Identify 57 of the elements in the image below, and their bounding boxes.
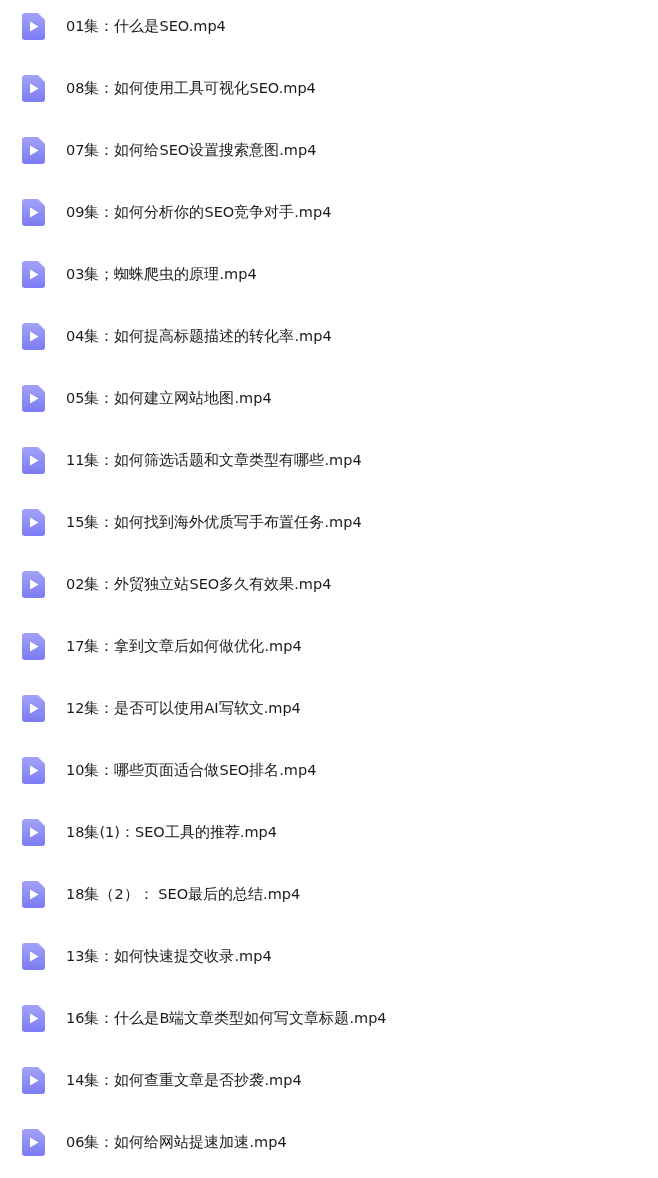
file-row[interactable]: 08集：如何使用工具可视化SEO.mp4 bbox=[0, 62, 658, 124]
video-file-icon bbox=[22, 633, 45, 660]
file-name: 16集：什么是B端文章类型如何写文章标题.mp4 bbox=[66, 1009, 387, 1028]
file-row[interactable]: 11集：如何筛选话题和文章类型有哪些.mp4 bbox=[0, 434, 658, 496]
file-name: 18集(1)：SEO工具的推荐.mp4 bbox=[66, 823, 277, 842]
video-file-icon bbox=[22, 323, 45, 350]
video-file-icon bbox=[22, 1005, 45, 1032]
file-name: 06集：如何给网站提速加速.mp4 bbox=[66, 1133, 287, 1152]
file-name: 08集：如何使用工具可视化SEO.mp4 bbox=[66, 79, 316, 98]
file-row[interactable]: 18集（2）： SEO最后的总结.mp4 bbox=[0, 868, 658, 930]
file-name: 04集：如何提高标题描述的转化率.mp4 bbox=[66, 327, 332, 346]
file-row[interactable]: 15集：如何找到海外优质写手布置任务.mp4 bbox=[0, 496, 658, 558]
video-file-icon bbox=[22, 1129, 45, 1156]
video-file-icon bbox=[22, 695, 45, 722]
file-name: 14集：如何查重文章是否抄袭.mp4 bbox=[66, 1071, 302, 1090]
video-file-icon bbox=[22, 509, 45, 536]
file-name: 10集：哪些页面适合做SEO排名.mp4 bbox=[66, 761, 317, 780]
video-file-icon bbox=[22, 261, 45, 288]
file-row[interactable]: 13集：如何快速提交收录.mp4 bbox=[0, 930, 658, 992]
file-name: 05集：如何建立网站地图.mp4 bbox=[66, 389, 272, 408]
file-name: 18集（2）： SEO最后的总结.mp4 bbox=[66, 885, 301, 904]
file-name: 11集：如何筛选话题和文章类型有哪些.mp4 bbox=[66, 451, 362, 470]
video-file-icon bbox=[22, 757, 45, 784]
file-name: 12集：是否可以使用AI写软文.mp4 bbox=[66, 699, 301, 718]
file-name: 01集：什么是SEO.mp4 bbox=[66, 17, 226, 36]
file-row[interactable]: 05集：如何建立网站地图.mp4 bbox=[0, 372, 658, 434]
file-row[interactable]: 10集：哪些页面适合做SEO排名.mp4 bbox=[0, 744, 658, 806]
file-row[interactable]: 09集：如何分析你的SEO竞争对手.mp4 bbox=[0, 186, 658, 248]
video-file-icon bbox=[22, 881, 45, 908]
video-file-icon bbox=[22, 75, 45, 102]
video-file-icon bbox=[22, 1067, 45, 1094]
video-file-icon bbox=[22, 447, 45, 474]
file-row[interactable]: 18集(1)：SEO工具的推荐.mp4 bbox=[0, 806, 658, 868]
file-row[interactable]: 12集：是否可以使用AI写软文.mp4 bbox=[0, 682, 658, 744]
file-name: 03集；蜘蛛爬虫的原理.mp4 bbox=[66, 265, 257, 284]
video-file-icon bbox=[22, 819, 45, 846]
file-row[interactable]: 07集：如何给SEO设置搜索意图.mp4 bbox=[0, 124, 658, 186]
file-name: 07集：如何给SEO设置搜索意图.mp4 bbox=[66, 141, 317, 160]
file-row[interactable]: 06集：如何给网站提速加速.mp4 bbox=[0, 1116, 658, 1178]
file-row[interactable]: 04集：如何提高标题描述的转化率.mp4 bbox=[0, 310, 658, 372]
video-file-icon bbox=[22, 137, 45, 164]
video-file-icon bbox=[22, 199, 45, 226]
file-row[interactable]: 01集：什么是SEO.mp4 bbox=[0, 0, 658, 62]
file-name: 02集：外贸独立站SEO多久有效果.mp4 bbox=[66, 575, 332, 594]
video-file-icon bbox=[22, 571, 45, 598]
file-name: 13集：如何快速提交收录.mp4 bbox=[66, 947, 272, 966]
file-name: 17集：拿到文章后如何做优化.mp4 bbox=[66, 637, 302, 656]
file-row[interactable]: 17集：拿到文章后如何做优化.mp4 bbox=[0, 620, 658, 682]
file-name: 09集：如何分析你的SEO竞争对手.mp4 bbox=[66, 203, 332, 222]
file-row[interactable]: 16集：什么是B端文章类型如何写文章标题.mp4 bbox=[0, 992, 658, 1054]
file-row[interactable]: 02集：外贸独立站SEO多久有效果.mp4 bbox=[0, 558, 658, 620]
file-row[interactable]: 14集：如何查重文章是否抄袭.mp4 bbox=[0, 1054, 658, 1116]
file-name: 15集：如何找到海外优质写手布置任务.mp4 bbox=[66, 513, 362, 532]
file-row[interactable]: 03集；蜘蛛爬虫的原理.mp4 bbox=[0, 248, 658, 310]
video-file-icon bbox=[22, 13, 45, 40]
video-file-icon bbox=[22, 943, 45, 970]
video-file-icon bbox=[22, 385, 45, 412]
